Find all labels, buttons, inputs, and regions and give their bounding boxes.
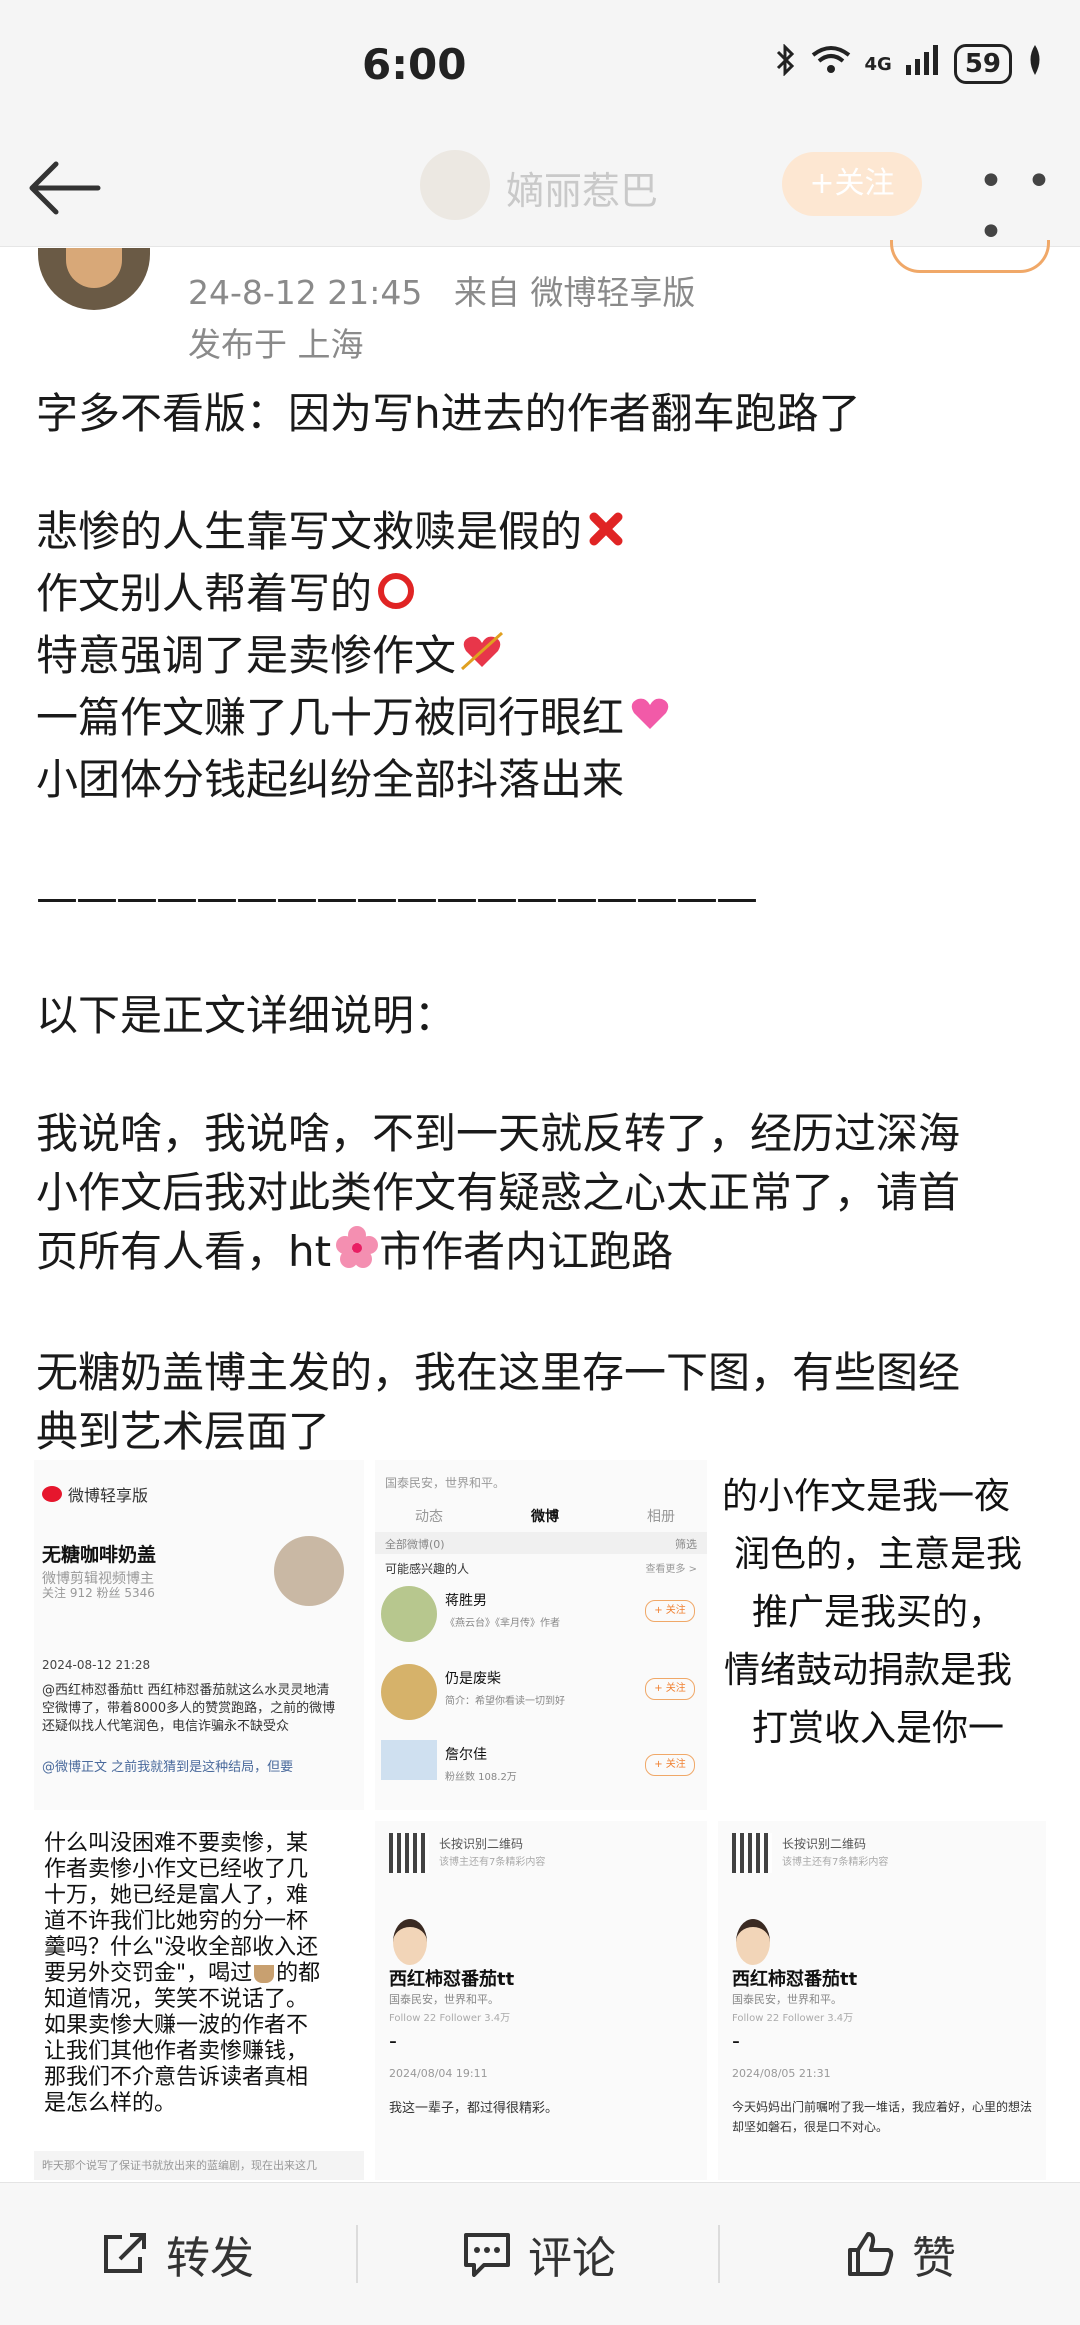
post-meta-line: 24-8-12 21:45 来自 微博轻享版 [188, 266, 695, 314]
status-icons: 4G 59 [775, 43, 1045, 84]
red-circle-icon [376, 567, 416, 626]
follow-button[interactable]: +关注 [782, 152, 922, 216]
profile-avatar [393, 1919, 427, 1965]
post-source: 来自 微博轻享版 [453, 273, 696, 312]
post-divider: —————————————————— [36, 873, 758, 922]
post-line: 典到艺术层面了 [36, 1407, 331, 1456]
nav-username[interactable]: 嫡丽惹巴 [506, 160, 658, 215]
status-bar: 6:00 4G 59 [0, 0, 1080, 130]
post-line: 字多不看版：因为写h进去的作者翻车跑路了 [36, 389, 861, 438]
network-type: 4G [864, 53, 892, 75]
profile-avatar [274, 1536, 344, 1606]
image-thumb-4[interactable]: 什么叫没困难不要卖惨，某 作者卖惨小作文已经收了几 十万，她已经是富人了，难 道… [34, 1821, 364, 2180]
repost-button[interactable]: 转发 [100, 2183, 254, 2325]
divider [718, 2225, 720, 2283]
leaf-icon [1026, 45, 1044, 83]
post-line: 我说啥，我说啥，不到一天就反转了，经历过深海 [36, 1109, 961, 1158]
image-thumb-3[interactable]: 的小作文是我一夜 润色的，主意是我 推广是我买的， 情绪鼓动捐款是我 打赏收入是… [718, 1460, 1046, 1810]
repost-label: 转发 [166, 2233, 254, 2284]
post-line: 特意强调了是卖惨作文 [36, 626, 1046, 688]
like-label: 赞 [912, 2233, 956, 2284]
user-suggestion: 詹尔佳 粉丝数 108.2万 + 关注 [381, 1740, 701, 1796]
beating-heart-icon [628, 691, 672, 750]
heart-arrow-icon [460, 629, 504, 688]
comment-button[interactable]: 评论 [462, 2183, 616, 2325]
arrow-left-icon [29, 161, 101, 215]
image-grid: 微博轻享版 无糖咖啡奶盖 微博剪辑视频博主 关注 912 粉丝 5346 202… [34, 1460, 1046, 2180]
comment-label: 评论 [528, 2233, 616, 2284]
post-timestamp: 24-8-12 21:45 [188, 273, 423, 312]
post-line: 无糖奶盖博主发的，我在这里存一下图，有些图经 [36, 1348, 961, 1397]
profile-avatar [736, 1919, 770, 1965]
post-line: 页所有人看，ht 市作者内讧跑路 [36, 1222, 1046, 1284]
post-line: 一篇作文赚了几十万被同行眼红 [36, 688, 1046, 750]
signal-icon [905, 45, 940, 83]
post-body: 字多不看版：因为写h进去的作者翻车跑路了 悲惨的人生靠写文救赎是假的 作文别人帮… [36, 384, 1046, 1461]
image-thumb-2[interactable]: 国泰民安，世界和平。 动态 微博 相册 全部微博(0) 筛选 可能感兴趣的人 查… [375, 1460, 707, 1810]
user-suggestion: 蒋胜男 《燕云台》《芈月传》作者 + 关注 [381, 1586, 701, 1642]
post-line: 悲惨的人生靠写文救赎是假的 [36, 502, 1046, 564]
bluetooth-icon [775, 43, 797, 84]
top-nav-bar: 嫡丽惹巴 +关注 • • • [0, 130, 1080, 258]
flower-icon [335, 1225, 379, 1284]
repost-icon [104, 2233, 146, 2273]
status-time: 6:00 [362, 40, 467, 89]
post-line: 以下是正文详细说明： [36, 991, 457, 1040]
user-suggestion: 仍是废柴 简介：希望你看读一切到好 + 关注 [381, 1664, 701, 1720]
weibo-logo-icon [42, 1486, 62, 1502]
cross-mark-icon [586, 505, 626, 564]
post-line: 作文别人帮着写的 [36, 564, 1046, 626]
qr-code [389, 1833, 429, 1873]
follow-button-outline[interactable] [890, 240, 1050, 273]
wifi-icon [811, 45, 851, 83]
thumbs-up-icon [848, 2232, 894, 2276]
image-thumb-5[interactable]: 长按识别二维码 该博主还有7条精彩内容 西红柿怼番茄tt 国泰民安，世界和平。 … [375, 1821, 707, 2180]
bottom-action-bar: 转发 评论 赞 [0, 2182, 1080, 2325]
post-line: 小作文后我对此类作文有疑惑之心太正常了，请首 [36, 1168, 961, 1217]
like-button[interactable]: 赞 [846, 2183, 956, 2325]
nav-avatar[interactable] [420, 150, 490, 220]
divider [356, 2225, 358, 2283]
battery-indicator: 59 [953, 44, 1012, 84]
image-thumb-1[interactable]: 微博轻享版 无糖咖啡奶盖 微博剪辑视频博主 关注 912 粉丝 5346 202… [34, 1460, 364, 1810]
post-location: 发布于 上海 [188, 325, 364, 364]
image-thumb-6[interactable]: 长按识别二维码 该博主还有7条精彩内容 西红柿怼番茄tt 国泰民安，世界和平。 … [718, 1821, 1046, 2180]
comment-icon [464, 2233, 510, 2277]
post-line: 小团体分钱起纠纷全部抖落出来 [36, 755, 625, 804]
back-button[interactable] [24, 158, 104, 218]
coffee-icon [254, 1965, 275, 1983]
qr-code [732, 1833, 772, 1873]
author-avatar[interactable] [38, 248, 150, 310]
